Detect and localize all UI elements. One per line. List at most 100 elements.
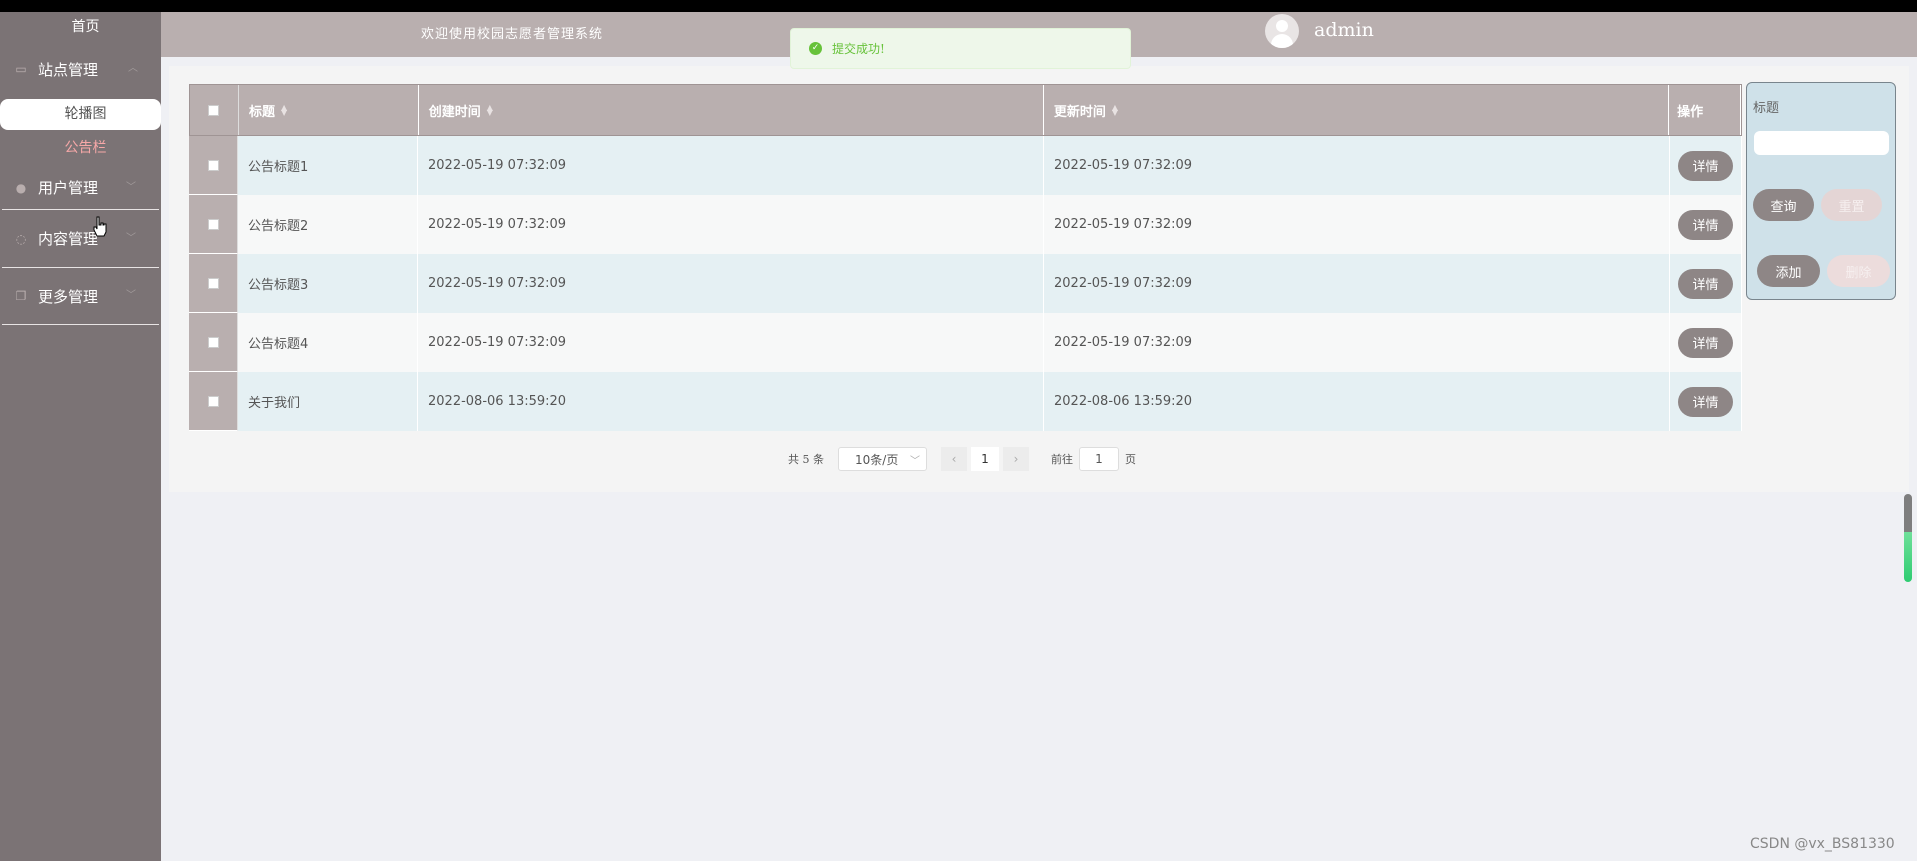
row-checkbox[interactable] (207, 277, 219, 289)
sidebar-item-home[interactable]: 首页 (0, 12, 161, 43)
sidebar-group-site[interactable]: ▭ 站点管理 ︿ (0, 43, 161, 95)
column-header-label: 更新时间 (1053, 104, 1106, 120)
cell-op: 详情 (1670, 195, 1742, 254)
detail-button[interactable]: 详情 (1678, 386, 1733, 417)
sidebar-group-content[interactable]: ◌ 内容管理 ﹀ (2, 210, 159, 268)
detail-button[interactable]: 详情 (1678, 268, 1733, 299)
delete-button[interactable]: 删除 (1827, 255, 1890, 287)
column-header-updated[interactable]: 更新时间 ▲ ▼ (1044, 85, 1670, 135)
search-title-input[interactable] (1754, 131, 1889, 155)
column-header-label: 标题 (248, 104, 275, 120)
table-row: 公告标题1 2022-05-19 07:32:09 2022-05-19 07:… (189, 136, 1742, 195)
avatar[interactable] (1265, 14, 1299, 48)
query-button[interactable]: 查询 (1753, 189, 1814, 221)
welcome-text: 欢迎使用校园志愿者管理系统 (421, 27, 604, 42)
column-header-label: 操作 (1677, 104, 1704, 120)
cell-title: 公告标题4 (238, 313, 418, 372)
row-checkbox[interactable] (207, 159, 219, 171)
next-page-button[interactable]: › (1003, 447, 1029, 471)
prev-page-button[interactable]: ‹ (941, 447, 967, 471)
avatar-body-shape (1271, 34, 1293, 48)
sidebar-group-label: 站点管理 (38, 60, 99, 79)
search-title-label: 标题 (1753, 101, 1780, 116)
cell-updated: 2022-05-19 07:32:09 (1044, 313, 1670, 372)
watermark-text: CSDN @vx_BS81330 (1750, 836, 1895, 852)
chat-icon: ◌ (15, 231, 27, 246)
sidebar: 首页 ▭ 站点管理 ︿ 轮播图 公告栏 ● 用户管理 ﹀ ◌ 内容管理 ﹀ ❐ … (0, 12, 161, 861)
monitor-icon: ▭ (15, 62, 27, 76)
column-header-created[interactable]: 创建时间 ▲ ▼ (419, 85, 1044, 135)
hand-cursor-icon (93, 216, 107, 237)
sidebar-group-label: 内容管理 (38, 230, 99, 248)
chevron-down-icon: ﹀ (126, 232, 136, 244)
row-select-cell[interactable] (189, 254, 238, 313)
detail-button[interactable]: 详情 (1678, 209, 1733, 240)
avatar-head-shape (1276, 20, 1288, 32)
goto-unit: 页 (1125, 453, 1136, 466)
sidebar-item-carousel[interactable]: 轮播图 (0, 99, 161, 130)
row-checkbox[interactable] (207, 395, 219, 407)
row-checkbox[interactable] (207, 218, 219, 230)
success-toast: ✓ 提交成功! (790, 28, 1131, 69)
detail-button[interactable]: 详情 (1678, 150, 1733, 181)
page-size-value: 10条/页 (855, 452, 899, 467)
page-number-current[interactable]: 1 (971, 447, 999, 471)
reset-button[interactable]: 重置 (1821, 189, 1882, 221)
pagination: 共 5 条 10条/页 ﹀ ‹ 1 › 前往 1 页 (788, 447, 1136, 471)
cell-title: 公告标题1 (238, 136, 418, 195)
scrollbar-thumb[interactable] (1904, 494, 1912, 532)
sidebar-group-user[interactable]: ● 用户管理 ﹀ (2, 166, 159, 210)
row-select-cell[interactable] (189, 136, 238, 195)
sidebar-group-label: 更多管理 (38, 287, 99, 306)
cell-created: 2022-05-19 07:32:09 (418, 195, 1044, 254)
select-all-checkbox[interactable] (208, 104, 220, 116)
cell-op: 详情 (1670, 136, 1742, 195)
cell-created: 2022-05-19 07:32:09 (418, 313, 1044, 372)
row-select-cell[interactable] (189, 372, 238, 431)
data-table: 标题 ▲ ▼ 创建时间 ▲ ▼ 更新时间 ▲ ▼ 操作 公告标题1 2022-05-19 0… (189, 84, 1742, 431)
sort-icon[interactable]: ▲ ▼ (1112, 104, 1118, 117)
chevron-down-icon: ﹀ (126, 181, 136, 193)
cell-op: 详情 (1670, 313, 1742, 372)
sidebar-group-label: 用户管理 (38, 179, 99, 197)
pagination-total: 共 5 条 (788, 453, 824, 466)
table-row: 关于我们 2022-08-06 13:59:20 2022-08-06 13:5… (189, 372, 1742, 431)
window-top-bar (0, 0, 1917, 12)
row-select-cell[interactable] (189, 313, 238, 372)
column-header-op: 操作 (1669, 85, 1742, 135)
sidebar-group-more[interactable]: ❐ 更多管理 ﹀ (2, 268, 159, 325)
column-header-title[interactable]: 标题 ▲ ▼ (239, 85, 419, 135)
add-button[interactable]: 添加 (1757, 255, 1820, 287)
cell-updated: 2022-08-06 13:59:20 (1044, 372, 1670, 431)
toast-message: 提交成功! (832, 42, 885, 56)
detail-button[interactable]: 详情 (1678, 327, 1733, 358)
search-panel: 标题 查询 重置 添加 删除 (1746, 82, 1896, 300)
cell-updated: 2022-05-19 07:32:09 (1044, 195, 1670, 254)
table-row: 公告标题2 2022-05-19 07:32:09 2022-05-19 07:… (189, 195, 1742, 254)
check-circle-icon: ✓ (809, 42, 822, 55)
table-header: 标题 ▲ ▼ 创建时间 ▲ ▼ 更新时间 ▲ ▼ 操作 (189, 84, 1742, 136)
row-select-cell[interactable] (189, 195, 238, 254)
goto-page-input[interactable]: 1 (1079, 447, 1119, 471)
cell-op: 详情 (1670, 372, 1742, 431)
chevron-down-icon: ﹀ (910, 456, 920, 467)
cell-updated: 2022-05-19 07:32:09 (1044, 136, 1670, 195)
cell-title: 公告标题3 (238, 254, 418, 313)
username[interactable]: admin (1314, 19, 1374, 41)
cell-updated: 2022-05-19 07:32:09 (1044, 254, 1670, 313)
table-row: 公告标题4 2022-05-19 07:32:09 2022-05-19 07:… (189, 313, 1742, 372)
chevron-right-icon: › (1013, 452, 1019, 466)
column-header-label: 创建时间 (428, 104, 481, 120)
cell-created: 2022-05-19 07:32:09 (418, 136, 1044, 195)
cell-op: 详情 (1670, 254, 1742, 313)
sort-icon[interactable]: ▲ ▼ (281, 104, 287, 117)
cell-created: 2022-05-19 07:32:09 (418, 254, 1044, 313)
scrollbar-track-indicator[interactable] (1904, 532, 1912, 582)
cell-created: 2022-08-06 13:59:20 (418, 372, 1044, 431)
page-size-select[interactable]: 10条/页 ﹀ (838, 447, 927, 471)
row-checkbox[interactable] (207, 336, 219, 348)
select-all-cell[interactable] (190, 85, 239, 135)
sidebar-item-notice[interactable]: 公告栏 (0, 130, 161, 166)
sort-icon[interactable]: ▲ ▼ (487, 104, 493, 117)
user-icon: ● (15, 180, 27, 195)
